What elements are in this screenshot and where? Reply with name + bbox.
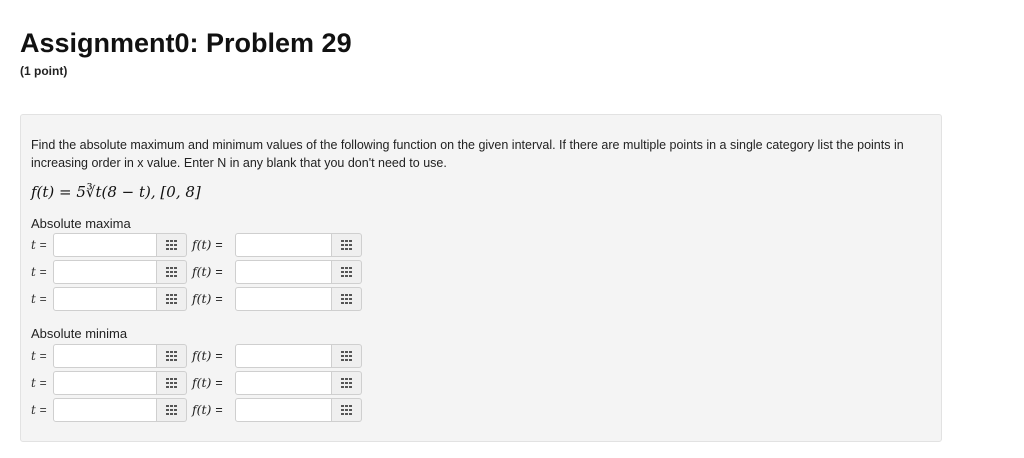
minima-row: t = f(t) = — [31, 398, 371, 424]
minima-f-input-1[interactable] — [235, 344, 332, 368]
equation-palette-button[interactable] — [157, 287, 187, 311]
grid-icon — [166, 378, 177, 388]
grid-icon — [166, 294, 177, 304]
equation-palette-button[interactable] — [157, 398, 187, 422]
minima-t-input-2[interactable] — [53, 371, 157, 395]
minima-row: t = f(t) = — [31, 371, 371, 397]
t-label: t = — [31, 265, 47, 279]
grid-icon — [341, 405, 352, 415]
grid-icon — [166, 267, 177, 277]
function-formula: f(t) = 5∛t(8 − t), [0, 8] — [31, 183, 201, 201]
grid-icon — [341, 294, 352, 304]
minima-t-input-3[interactable] — [53, 398, 157, 422]
equation-palette-button[interactable] — [157, 260, 187, 284]
f-label: f(t) = — [192, 264, 223, 279]
grid-icon — [341, 240, 352, 250]
t-label: t = — [31, 238, 47, 252]
equation-palette-button[interactable] — [332, 260, 362, 284]
maxima-row: t = f(t) = — [31, 233, 371, 259]
t-label: t = — [31, 376, 47, 390]
maxima-f-input-3[interactable] — [235, 287, 332, 311]
f-label: f(t) = — [192, 237, 223, 252]
equation-palette-button[interactable] — [332, 287, 362, 311]
equation-palette-button[interactable] — [157, 344, 187, 368]
minima-t-input-1[interactable] — [53, 344, 157, 368]
equation-palette-button[interactable] — [332, 371, 362, 395]
minima-f-input-3[interactable] — [235, 398, 332, 422]
points-label: (1 point) — [20, 64, 68, 78]
grid-icon — [166, 351, 177, 361]
maxima-t-input-3[interactable] — [53, 287, 157, 311]
minima-f-input-2[interactable] — [235, 371, 332, 395]
t-label: t = — [31, 349, 47, 363]
grid-icon — [341, 267, 352, 277]
t-label: t = — [31, 403, 47, 417]
f-label: f(t) = — [192, 375, 223, 390]
maxima-t-input-1[interactable] — [53, 233, 157, 257]
grid-icon — [341, 351, 352, 361]
maxima-row: t = f(t) = — [31, 287, 371, 313]
t-label: t = — [31, 292, 47, 306]
grid-icon — [166, 240, 177, 250]
f-label: f(t) = — [192, 348, 223, 363]
problem-title: Assignment0: Problem 29 — [20, 28, 352, 58]
maxima-row: t = f(t) = — [31, 260, 371, 286]
f-label: f(t) = — [192, 402, 223, 417]
absolute-minima-label: Absolute minima — [31, 326, 128, 341]
equation-palette-button[interactable] — [332, 344, 362, 368]
grid-icon — [341, 378, 352, 388]
maxima-f-input-1[interactable] — [235, 233, 332, 257]
minima-row: t = f(t) = — [31, 344, 371, 370]
equation-palette-button[interactable] — [332, 398, 362, 422]
grid-icon — [166, 405, 177, 415]
maxima-t-input-2[interactable] — [53, 260, 157, 284]
absolute-maxima-label: Absolute maxima — [31, 216, 131, 231]
problem-panel: Find the absolute maximum and minimum va… — [20, 114, 942, 442]
equation-palette-button[interactable] — [157, 371, 187, 395]
f-label: f(t) = — [192, 291, 223, 306]
equation-palette-button[interactable] — [332, 233, 362, 257]
maxima-f-input-2[interactable] — [235, 260, 332, 284]
equation-palette-button[interactable] — [157, 233, 187, 257]
problem-instructions: Find the absolute maximum and minimum va… — [31, 138, 904, 170]
